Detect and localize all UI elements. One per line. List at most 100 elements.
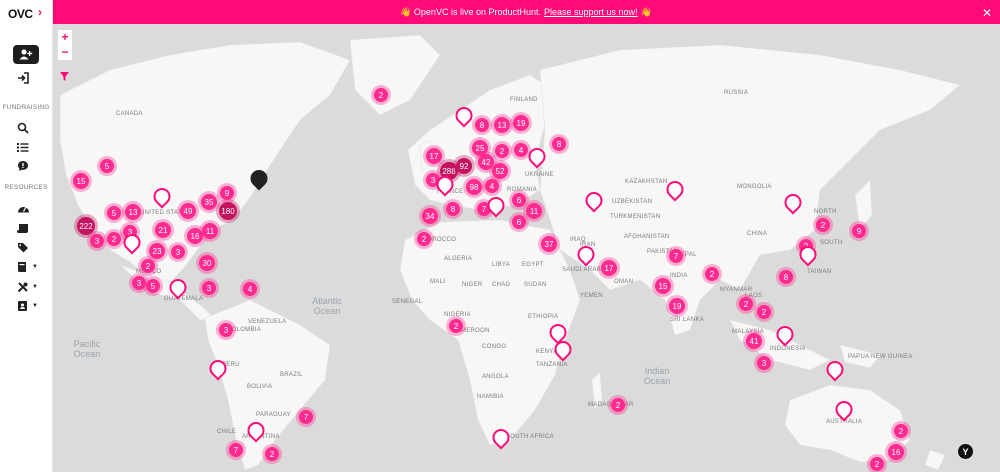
search-icon[interactable] [17,121,31,135]
map-cluster[interactable]: 2 [739,297,753,311]
map-cluster[interactable]: 9 [220,186,234,200]
map-cluster[interactable]: 2 [107,232,121,246]
map-cluster[interactable]: 5 [100,159,114,173]
map-cluster[interactable]: 52 [492,163,508,179]
map-cluster[interactable]: 41 [746,333,762,349]
add-user-button[interactable] [13,45,39,64]
country-label: NIGERIA [444,312,471,318]
map-cluster[interactable]: 9 [852,224,866,238]
map-cluster[interactable]: 30 [199,255,215,271]
map-cluster[interactable]: 8 [446,202,460,216]
map-cluster[interactable]: 2 [141,259,155,273]
map-cluster[interactable]: 19 [669,298,685,314]
map-cluster[interactable]: 7 [669,249,683,263]
country-label: NORTH [814,209,837,215]
map-cluster[interactable]: 8 [779,270,793,284]
map-cluster[interactable]: 13 [494,117,510,133]
filter-icon[interactable] [60,68,69,86]
map-cluster[interactable]: 3 [171,245,185,259]
y-combinator-badge[interactable]: Y [958,444,973,459]
map-cluster[interactable]: 2 [449,319,463,333]
map-cluster[interactable]: 5 [146,279,160,293]
country-label: AFGHANISTAN [624,234,670,240]
map-cluster[interactable]: 2 [816,218,830,232]
map-cluster[interactable]: 11 [202,223,218,239]
country-label: RUSSIA [724,90,749,96]
map-cluster[interactable]: 4 [243,282,257,296]
zoom-in-button[interactable]: + [61,30,68,45]
country-label: NAMIBIA [477,394,504,400]
map-cluster[interactable]: 5 [107,206,121,220]
scroll-icon[interactable] [17,221,31,235]
chevron-right-icon[interactable]: › [38,5,42,19]
map-cluster[interactable]: 2 [870,457,884,471]
map-cluster[interactable]: 3 [219,323,233,337]
list-icon[interactable] [17,140,31,154]
map-cluster[interactable]: 3 [132,276,146,290]
map-cluster[interactable]: 21 [155,222,171,238]
map-cluster[interactable]: 49 [180,203,196,219]
country-label: CONGO [482,344,507,350]
chat-icon[interactable] [17,159,31,173]
map-cluster[interactable]: 2 [495,144,509,158]
section-label-resources: RESOURCES [4,184,48,191]
country-label: MONGOLIA [737,184,772,190]
dashboard-icon[interactable] [17,201,31,215]
map-cluster[interactable]: 35 [201,194,217,210]
map-cluster[interactable]: 11 [526,203,542,219]
map-cluster[interactable]: 2 [374,88,388,102]
map-cluster[interactable]: 15 [655,278,671,294]
world-map[interactable]: CANADA UNITED STATES MEXICO GUATEMALA VE… [52,24,1000,472]
map-cluster[interactable]: 8 [475,118,489,132]
logo[interactable]: OVC [8,6,33,22]
map-cluster[interactable]: 2 [757,305,771,319]
caret-down-icon[interactable]: ▼ [32,284,38,290]
map-cluster[interactable]: 7 [299,410,313,424]
map-cluster[interactable]: 2 [265,447,279,461]
map-cluster[interactable]: 16 [888,444,904,460]
map-cluster[interactable]: 37 [541,236,557,252]
country-label: SRI LANKA [670,317,705,323]
country-label: VENEZUELA [248,319,287,325]
map-cluster[interactable]: 8 [552,137,566,151]
map-cluster[interactable]: 17 [601,260,617,276]
close-icon[interactable]: ✕ [982,6,992,20]
map-cluster[interactable]: 7 [229,443,243,457]
book-icon[interactable] [17,260,31,274]
map-cluster[interactable]: 6 [512,193,526,207]
banner-link[interactable]: Please support us now! [544,7,638,17]
country-label: INDONESIA [770,346,806,352]
map-cluster[interactable]: 222 [77,217,95,235]
map-cluster[interactable]: 4 [514,143,528,157]
caret-down-icon[interactable]: ▼ [32,303,38,309]
tools-icon[interactable] [17,280,31,294]
map-cluster[interactable]: 180 [219,202,237,220]
map-cluster[interactable]: 2 [705,267,719,281]
contact-book-icon[interactable] [17,299,31,313]
tags-icon[interactable] [17,240,31,254]
login-icon[interactable] [17,71,31,85]
map-cluster[interactable]: 4 [485,179,499,193]
country-label: YEMEN [580,293,603,299]
map-cluster[interactable]: 2 [894,424,908,438]
map-cluster[interactable]: 23 [149,243,165,259]
map-cluster[interactable]: 92 [456,158,472,174]
map-cluster[interactable]: 15 [73,173,89,189]
country-label: ALGERIA [444,256,473,262]
map-cluster[interactable]: 3 [202,281,216,295]
map-cluster[interactable]: 2 [417,232,431,246]
map-cluster[interactable]: 98 [466,179,482,195]
map-cluster[interactable]: 3 [757,356,771,370]
map-cluster[interactable]: 17 [426,148,442,164]
country-label: INDIA [670,273,688,279]
zoom-out-button[interactable]: − [61,45,68,60]
map-cluster[interactable]: 19 [513,115,529,131]
map-cluster[interactable]: 16 [187,228,203,244]
map-cluster[interactable]: 34 [422,208,438,224]
map-cluster[interactable]: 2 [611,398,625,412]
map-cluster[interactable]: 6 [512,215,526,229]
caret-down-icon[interactable]: ▼ [32,264,38,270]
country-label: FINLAND [510,97,538,103]
map-cluster[interactable]: 3 [90,234,104,248]
map-cluster[interactable]: 13 [125,204,141,220]
